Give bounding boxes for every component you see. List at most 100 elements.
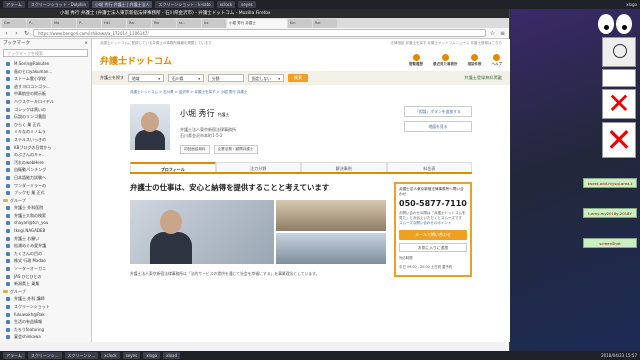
bookmark-item[interactable]: のぶさんのキャ... [0,151,91,159]
browser-tab[interactable]: ta.. [177,19,201,28]
bookmark-item[interactable]: M.Sorin@Rakuten [0,60,91,68]
bookmark-item[interactable]: 島のヒロyakuman... [0,68,91,76]
close-icon[interactable]: × [84,39,88,48]
add-consult-button[interactable]: 「相談」ボタンを追加する [404,106,472,117]
bookmark-item[interactable]: 日本語能力試験へ [0,174,91,182]
reload-icon[interactable]: ↻ [23,30,30,37]
bookmark-item[interactable]: 株式 行政 Madao [0,257,91,265]
search-button[interactable]: 検索 [288,74,308,82]
bookmark-item[interactable]: tkngi.NAGADEB [0,227,91,235]
browser-tab[interactable]: Kin [288,19,312,28]
browser-tab[interactable]: Gm [2,19,26,28]
bookmark-item[interactable]: たくさんの目の [0,250,91,258]
area-select[interactable]: 地域 ▾ [128,74,164,82]
browser-tab[interactable]: Mo [52,19,76,28]
phone-number[interactable]: 050-5877-7110 [399,199,467,208]
bookmark-search-input[interactable]: ブックマークを検索 [3,49,88,57]
taskbar-item[interactable]: スクリーンシ... [27,352,62,359]
prefecture-select[interactable]: 石川県 ▾ [168,74,204,82]
gallery-photo[interactable] [275,200,386,231]
bookmark-item[interactable]: 汚れのwebHere [0,159,91,167]
taskbar-item[interactable]: xclock [216,1,236,8]
site-logo[interactable]: 弁護士ドットコム [100,54,172,67]
tab-fees[interactable]: 料金表 [386,162,472,172]
forward-icon[interactable]: › [13,30,20,37]
bookmark-item[interactable]: 宴会shinkawa [0,333,91,341]
bookmark-item[interactable]: スクリーンショット [0,303,91,311]
browser-tab[interactable]: Rei [152,19,176,28]
bookmark-item[interactable]: 弁護士 外科 講師 [0,295,91,303]
breadcrumb[interactable]: 弁護士ドットコム > 石川県 > 金沢市 > 弁護士を探す > 小堀 秀行 弁護… [92,85,510,100]
browser-tab[interactable]: ha [202,19,226,28]
bookmark-item[interactable]: 新潟県上 乗業 [0,280,91,288]
bookmark-item[interactable]: 弁護士 お願い [0,235,91,243]
browser-tab-active[interactable]: 小堀 秀行 弁護士 [227,19,287,28]
bookmark-item[interactable]: 逃すヨロコンゴラ... [0,83,91,91]
bookmark-item[interactable]: 弁護士 外科医院 [0,204,91,212]
bookmark-item[interactable]: ブックモ 業 正式 [0,189,91,197]
taskbar-item[interactable]: スクリーンショット - Dolphin [27,1,90,8]
taskbar-item[interactable]: アラーム [3,352,25,359]
tab-focus-areas[interactable]: 注力分野 [215,162,301,172]
browser-tab[interactable]: Hel [102,19,126,28]
bookmark-item[interactable]: ソーターオーガニ [0,265,91,273]
taskbar-item[interactable]: seyes [122,352,141,359]
bookmark-folder[interactable]: グループ [0,197,91,205]
bookmark-item[interactable]: 弁護士大和の検索 [0,212,91,220]
bookmark-item[interactable]: shayarl@tcn_you [0,219,91,227]
bookmark-item[interactable]: ハウスケーキロイヤル [0,98,91,106]
sticky-note[interactable]: tweet-add-mysql-area-t [583,178,637,188]
field-select[interactable]: 分野 [208,74,244,82]
history-link[interactable]: 閲覧履歴 [409,53,423,67]
taskbar-item[interactable]: xclock [101,352,120,359]
bookmark-item[interactable]: ワンダーミラーの [0,182,91,190]
register-link[interactable]: 弁護士登録無料掲載 [464,75,502,81]
bookmark-item[interactable]: ひらく 業 正式 [0,121,91,129]
bookmark-item[interactable]: JAS ひとひとの [0,273,91,281]
bookmark-item[interactable]: 松浦めぐみ愛弁護 [0,242,91,250]
bookmark-item[interactable]: 生活の有益情報 [0,318,91,326]
taskbar-item[interactable]: アラーム [3,1,25,8]
bookmark-item[interactable]: fukuwakh@Rak [0,311,91,319]
mail-inquiry-button[interactable]: メールで問い合わせ [399,230,467,240]
recent-link[interactable]: 最近見た事務所 [433,53,458,67]
browser-tab[interactable]: P.. [27,19,51,28]
gallery-photo[interactable] [130,200,274,264]
bookmark-item[interactable]: 自衛動パンチング [0,166,91,174]
bookmark-item[interactable]: ゴシックは黒いの [0,106,91,114]
taskbar-item[interactable]: seyes [238,1,256,8]
contact-tips-link[interactable]: スムーズな問い合わせのポイント [399,221,467,226]
tab-profile[interactable]: プロフィール [130,162,216,172]
bookmark-item[interactable]: ステルスいっきの [0,136,91,144]
bookmark-item[interactable]: ストーム雲小学校 [0,75,91,83]
favorite-button[interactable]: お気に入りに追加 [399,243,467,252]
taskbar-item[interactable]: スクリーンショット - k-sato [155,1,214,8]
menu-icon[interactable]: ≡ [499,30,506,37]
browser-tab[interactable]: Rai [313,19,337,28]
bookmark-item[interactable]: たろうfeaturing [0,326,91,334]
url-bar[interactable]: https://www.bengo4.com/ishikawa/a_17201/… [33,29,486,37]
contact-box: 弁護士法人東京新宿法律事務所へ問い合わせ 050-5877-7110 お問い合わ… [394,182,472,277]
taskbar-item[interactable]: xlogo [143,352,161,359]
bookmark-item[interactable]: 伝説のリンゴ農園 [0,113,91,121]
consult-link[interactable]: 相談件数 [468,53,482,67]
gallery-photo[interactable] [275,233,386,264]
taskbar-item[interactable]: スクリーンシ... [64,352,99,359]
back-icon[interactable]: ‹ [3,30,10,37]
field-value-select[interactable]: 指定しない ▾ [248,74,284,82]
help-link[interactable]: ヘルプ [492,53,502,67]
map-button[interactable]: 地図を見る [404,121,472,132]
browser-tab[interactable]: P.. [77,19,101,28]
bookmark-star-icon[interactable]: ☆ [489,30,496,37]
bookmark-folder[interactable]: グループ [0,288,91,296]
bookmark-item[interactable]: ミキなのミノムラ [0,128,91,136]
sticky-note[interactable]: screenShot [583,238,637,248]
sticky-note[interactable]: t-emy-my2018y-2018Y [583,208,637,218]
tab-cases[interactable]: 解決事例 [301,162,387,172]
bookmark-item[interactable]: 中華航空の掲示板 [0,90,91,98]
browser-tab[interactable]: Rai [127,19,151,28]
taskbar-item[interactable]: xload [163,352,181,359]
taskbar-item-firefox[interactable]: 小堀 秀行 弁護士 | 弁護士法人 [92,1,153,8]
site-top-links[interactable]: 法律相談 弁護士を探す 弁護士ドットコムニュース 弁護士登録はこちら [390,41,502,47]
bookmark-item[interactable]: KBブログの日常から [0,144,91,152]
